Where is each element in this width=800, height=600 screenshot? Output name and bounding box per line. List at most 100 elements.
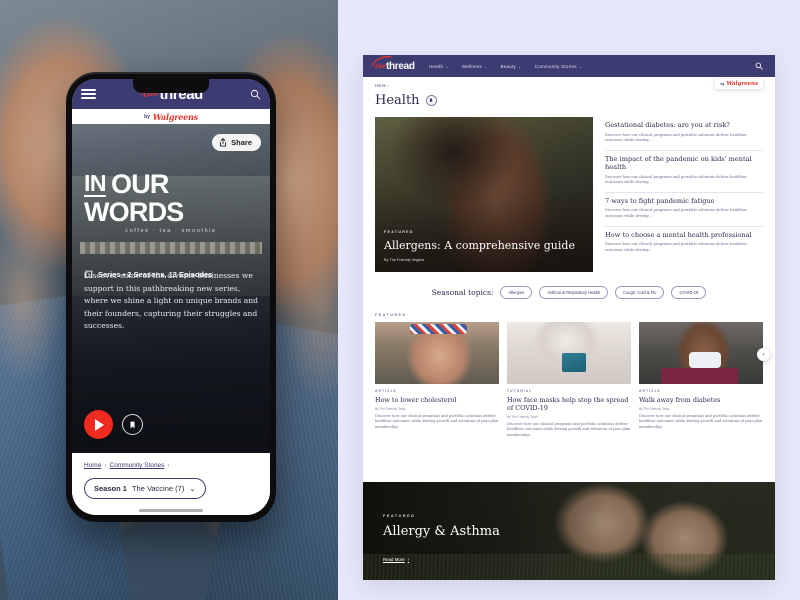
breadcrumb[interactable]: Home › <box>375 83 389 88</box>
brand-script: the <box>374 61 387 71</box>
card-byline: By The Friendly Team <box>507 415 538 419</box>
share-button[interactable]: Share <box>212 134 261 151</box>
season-number: Season 1 <box>94 484 127 493</box>
phone-hero-actions <box>84 410 143 439</box>
nav-item-wellness[interactable]: Wellness ⌄ <box>462 64 488 69</box>
article-excerpt: Discover how our clinical programs and p… <box>605 174 748 185</box>
featured-section-label: FEATURED <box>375 313 407 317</box>
banner-headline: Allergy & Asthma <box>383 524 500 539</box>
hero-byline: By The Friendly Vegans <box>384 258 425 262</box>
desktop-mockup: the thread Health ⌄ Wellness ⌄ Beauty ⌄ <box>363 55 775 580</box>
nav-label: Beauty <box>500 63 516 69</box>
nav-label: Community Stories <box>534 63 577 69</box>
page-title-row: Health <box>375 93 763 108</box>
hero-headline: Allergens: A comprehensive guide <box>384 238 575 252</box>
topic-chip-covid19[interactable]: COVID-19 <box>671 286 707 299</box>
desktop-navbar: the thread Health ⌄ Wellness ⌄ Beauty ⌄ <box>363 55 775 77</box>
walgreens-wordmark: Walgreens <box>726 81 758 87</box>
phone-mockup: the thread by Walgreens coffee · tea · s… <box>66 72 276 522</box>
card-excerpt: Discover how our clinical programs and p… <box>375 414 499 429</box>
hero-title-in: IN <box>84 169 107 197</box>
article-headline: The impact of the pandemic on kids' ment… <box>605 154 752 172</box>
season-selector[interactable]: Season 1 The Vaccine (7) ⌄ <box>84 478 206 499</box>
card-tag: ARTICLE <box>639 389 661 393</box>
card-tag: TUTORIAL <box>507 389 533 393</box>
card-image <box>639 322 763 384</box>
share-label: Share <box>231 138 252 147</box>
screenshot-stage: the thread by Walgreens coffee · tea · s… <box>0 0 800 600</box>
hero-title-words: WORDS <box>84 196 184 227</box>
hero-title-line1: IN OUR <box>84 169 258 199</box>
card-headline: How to lower cholesterol <box>375 396 457 404</box>
breadcrumb-home[interactable]: Home <box>84 462 101 469</box>
featured-cards: ARTICLE How to lower cholesterol By The … <box>375 322 770 438</box>
read-more-label: Read More <box>383 557 405 562</box>
phone-footer: Home › Community Stories › Season 1 The … <box>72 453 270 515</box>
topic-chip-cough-cold-flu[interactable]: Cough, Cold & Flu <box>614 286 665 299</box>
banner-kicker: FEATURED <box>383 514 416 518</box>
card-image <box>507 322 631 384</box>
phone-hero-text: IN OUR WORDS Series • 2 Seasons, 13 Epis… <box>84 169 258 279</box>
list-item[interactable]: 7 ways to fight pandemic fatigue Discove… <box>605 193 763 227</box>
card-tag: ARTICLE <box>375 389 397 393</box>
breadcrumb-sep-2: › <box>167 462 170 469</box>
card[interactable]: ARTICLE Walk away from diabetes By The F… <box>639 322 763 438</box>
search-icon[interactable] <box>755 62 763 70</box>
article-headline: How to choose a mental health profession… <box>605 230 752 239</box>
share-icon <box>220 138 227 147</box>
desktop-content: Health FEATURED Allergens: A comprehensi… <box>363 93 775 470</box>
card-byline: By The Friendly Team <box>375 407 406 411</box>
nav-item-community-stories[interactable]: Community Stories ⌄ <box>535 64 583 69</box>
bottom-feature-banner[interactable]: FEATURED Allergy & Asthma Read More › <box>363 482 775 580</box>
topic-chip-allergies[interactable]: Allergies <box>500 286 533 299</box>
search-icon[interactable] <box>250 89 261 100</box>
page-title: Health <box>375 93 420 108</box>
read-more-link[interactable]: Read More › <box>383 557 409 562</box>
seasonal-topics-label: Seasonal topics: <box>431 288 494 297</box>
article-headline: Gestational diabetes: are you at risk? <box>605 121 730 129</box>
bookmark-icon[interactable] <box>425 95 437 106</box>
hero-title-our: OUR <box>111 169 169 199</box>
article-excerpt: Discover how our clinical programs and p… <box>605 242 748 252</box>
play-button[interactable] <box>84 410 113 439</box>
hero-description: Discover some of the diverse businesses … <box>84 271 258 331</box>
bookmark-button[interactable] <box>122 414 143 435</box>
article-excerpt: Discover how our clinical programs and p… <box>605 208 748 218</box>
chevron-right-icon[interactable]: › <box>757 348 770 361</box>
phone-hero: coffee · tea · smoothie Share IN OUR WOR… <box>72 124 270 453</box>
nav-label: Wellness <box>461 63 482 69</box>
phone-photo-panel: the thread by Walgreens coffee · tea · s… <box>0 0 338 600</box>
banner-text: FEATURED Allergy & Asthma Read More › <box>383 514 500 566</box>
card-excerpt: Discover how our clinical programs and p… <box>639 414 763 429</box>
topic-chip-asthma[interactable]: Asthma & Respiratory Health <box>539 286 608 299</box>
desktop-brand-logo[interactable]: the thread <box>371 55 415 72</box>
hero-article-card[interactable]: FEATURED Allergens: A comprehensive guid… <box>375 117 593 272</box>
nav-item-health[interactable]: Health ⌄ <box>429 64 449 69</box>
card[interactable]: ARTICLE How to lower cholesterol By The … <box>375 322 499 438</box>
home-indicator <box>139 509 203 512</box>
breadcrumb-community-stories[interactable]: Community Stories <box>110 462 165 469</box>
phone-breadcrumb: Home › Community Stories › <box>84 462 258 469</box>
chevron-down-icon: ⌄ <box>518 63 522 69</box>
card-byline: By The Friendly Team <box>639 407 670 411</box>
phone-by-walgreens: by Walgreens <box>72 109 270 124</box>
top-grid: FEATURED Allergens: A comprehensive guid… <box>375 117 763 272</box>
list-item[interactable]: Gestational diabetes: are you at risk? D… <box>605 117 763 151</box>
nav-item-beauty[interactable]: Beauty ⌄ <box>500 64 521 69</box>
by-label: by <box>720 82 725 86</box>
season-title: The Vaccine (7) <box>131 484 185 493</box>
chevron-down-icon: ⌄ <box>578 63 583 69</box>
card-headline: Walk away from diabetes <box>639 396 721 404</box>
hamburger-icon[interactable] <box>81 89 96 99</box>
chevron-down-icon: ⌄ <box>483 63 488 69</box>
card-headline: How face masks help stop the spread of C… <box>507 396 629 412</box>
hero-kicker: FEATURED <box>384 229 414 234</box>
card[interactable]: TUTORIAL How face masks help stop the sp… <box>507 322 631 438</box>
chevron-right-icon: › <box>407 557 410 562</box>
nav-label: Health <box>428 63 444 69</box>
phone-notch <box>133 79 209 93</box>
breadcrumb-sep-1: › <box>104 462 107 469</box>
phone-screen: the thread by Walgreens coffee · tea · s… <box>72 79 270 515</box>
list-item[interactable]: The impact of the pandemic on kids' ment… <box>605 151 763 193</box>
list-item[interactable]: How to choose a mental health profession… <box>605 227 763 260</box>
